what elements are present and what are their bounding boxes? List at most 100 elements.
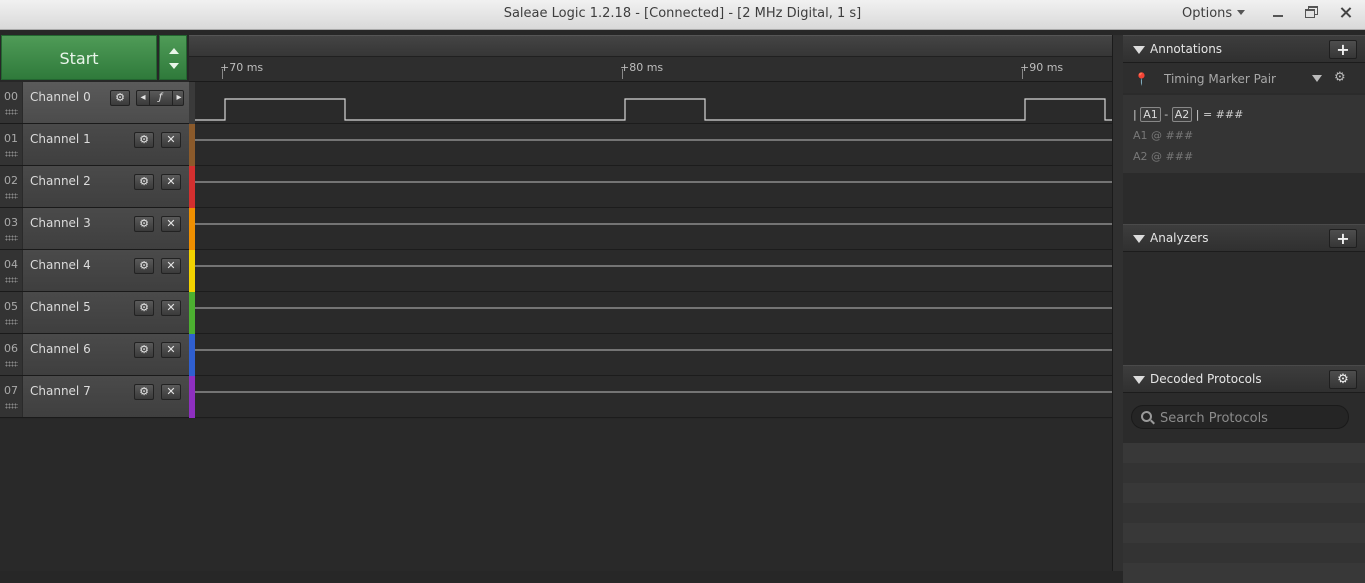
channel-number: 06 xyxy=(0,334,23,375)
close-icon[interactable]: ✕ xyxy=(161,216,181,232)
gear-icon[interactable]: ⚙ xyxy=(110,90,130,106)
gear-icon[interactable]: ⚙ xyxy=(134,258,154,274)
marker-a1-row: A1 @ ### xyxy=(1133,129,1193,142)
channel-number: 07 xyxy=(0,376,23,417)
capture-controls: Start xyxy=(1,35,187,80)
minimize-button[interactable] xyxy=(1268,3,1288,23)
list-item xyxy=(1123,523,1365,543)
drag-handle-icon[interactable] xyxy=(5,193,18,199)
drag-handle-icon[interactable] xyxy=(5,319,18,325)
close-icon[interactable]: ✕ xyxy=(161,300,181,316)
restore-button[interactable] xyxy=(1302,3,1322,23)
options-label: Options xyxy=(1182,6,1233,21)
channel-row[interactable]: 00 Channel 0 ⚙ ◂ ƒ ▸ xyxy=(0,82,189,124)
list-item xyxy=(1123,563,1365,583)
arrow-down-icon xyxy=(169,63,179,69)
gear-icon[interactable]: ⚙ xyxy=(134,384,154,400)
add-annotation-button[interactable]: + xyxy=(1329,40,1357,59)
channel-row[interactable]: 03 Channel 3 ⚙ ✕ xyxy=(0,208,189,250)
time-ruler[interactable]: +70 ms +80 ms +90 ms xyxy=(189,57,1118,82)
trigger-next-icon[interactable]: ▸ xyxy=(172,91,185,105)
trigger-selector[interactable]: ◂ ƒ ▸ xyxy=(136,90,184,106)
marker-a1-chip[interactable]: A1 xyxy=(1140,107,1161,122)
channel-row[interactable]: 05 Channel 5 ⚙ ✕ xyxy=(0,292,189,334)
trigger-edge-icon[interactable]: ƒ xyxy=(150,91,171,105)
empty-channel-area xyxy=(0,419,1112,571)
right-panel: Annotations + 📍 Timing Marker Pair ⚙ | A… xyxy=(1123,35,1365,583)
close-icon[interactable]: ✕ xyxy=(161,384,181,400)
decoded-protocols-list[interactable] xyxy=(1123,443,1365,583)
gear-icon[interactable]: ⚙ xyxy=(1329,370,1357,389)
analyzers-header[interactable]: Analyzers + xyxy=(1123,224,1365,252)
list-item xyxy=(1123,443,1365,463)
decoded-protocols-title: Decoded Protocols xyxy=(1150,372,1262,386)
ruler-label: +80 ms xyxy=(620,61,664,74)
collapse-triangle-icon[interactable] xyxy=(1133,235,1145,243)
annotation-details: | A1 - A2 | = ### A1 @ ### A2 @ ### xyxy=(1123,95,1365,173)
channel-name: Channel 2 xyxy=(30,174,91,188)
drag-handle-icon[interactable] xyxy=(5,151,18,157)
diff-prefix: | xyxy=(1133,108,1137,121)
channel-list: 00 Channel 0 ⚙ ◂ ƒ ▸ 01 Channel 1 ⚙ ✕ 02… xyxy=(0,82,189,418)
collapse-triangle-icon[interactable] xyxy=(1133,46,1145,54)
search-protocols-field[interactable] xyxy=(1131,405,1349,429)
channel-name: Channel 1 xyxy=(30,132,91,146)
marker-a1-label: A1 xyxy=(1133,129,1148,142)
channel-row[interactable]: 04 Channel 4 ⚙ ✕ xyxy=(0,250,189,292)
channel-row[interactable]: 06 Channel 6 ⚙ ✕ xyxy=(0,334,189,376)
channel-name: Channel 4 xyxy=(30,258,91,272)
channel-number: 04 xyxy=(0,250,23,291)
collapse-triangle-icon[interactable] xyxy=(1133,376,1145,384)
annotations-header[interactable]: Annotations + xyxy=(1123,35,1365,63)
pin-icon: 📍 xyxy=(1134,72,1149,86)
decoded-protocols-header[interactable]: Decoded Protocols ⚙ xyxy=(1123,365,1365,393)
add-analyzer-button[interactable]: + xyxy=(1329,229,1357,248)
search-input[interactable] xyxy=(1158,408,1347,428)
diff-minus: - xyxy=(1164,108,1169,121)
drag-handle-icon[interactable] xyxy=(5,361,18,367)
channel-number: 02 xyxy=(0,166,23,207)
close-icon[interactable]: ✕ xyxy=(161,174,181,190)
trigger-prev-icon[interactable]: ◂ xyxy=(137,91,150,105)
gear-icon[interactable]: ⚙ xyxy=(134,342,154,358)
channel-row[interactable]: 01 Channel 1 ⚙ ✕ xyxy=(0,124,189,166)
chevron-down-icon xyxy=(1237,10,1246,15)
marker-a2-row: A2 @ ### xyxy=(1133,150,1193,163)
marker-a2-chip[interactable]: A2 xyxy=(1171,107,1193,122)
options-menu[interactable]: Options xyxy=(1182,6,1246,21)
capture-options-button[interactable] xyxy=(159,35,187,80)
close-icon[interactable]: ✕ xyxy=(161,258,181,274)
channel-number: 01 xyxy=(0,124,23,165)
arrow-up-icon xyxy=(169,48,179,54)
channel-number: 03 xyxy=(0,208,23,249)
channel-name: Channel 7 xyxy=(30,384,91,398)
gear-icon[interactable]: ⚙ xyxy=(134,300,154,316)
timing-marker-label: Timing Marker Pair xyxy=(1164,72,1276,86)
close-icon[interactable]: ✕ xyxy=(161,342,181,358)
start-button[interactable]: Start xyxy=(1,35,157,80)
drag-handle-icon[interactable] xyxy=(5,403,18,409)
list-item xyxy=(1123,483,1365,503)
channel-name: Channel 0 xyxy=(30,90,91,104)
marker-a2-value: @ ### xyxy=(1151,150,1194,163)
list-item xyxy=(1123,503,1365,523)
drag-handle-icon[interactable] xyxy=(5,109,18,115)
timing-marker-row[interactable]: 📍 Timing Marker Pair ⚙ xyxy=(1123,65,1365,93)
gear-icon[interactable]: ⚙ xyxy=(134,174,154,190)
drag-handle-icon[interactable] xyxy=(5,235,18,241)
channel-name: Channel 3 xyxy=(30,216,91,230)
close-button[interactable] xyxy=(1336,3,1356,23)
drag-handle-icon[interactable] xyxy=(5,277,18,283)
gear-icon[interactable]: ⚙ xyxy=(134,132,154,148)
marker-a2-label: A2 xyxy=(1133,150,1148,163)
close-icon[interactable]: ✕ xyxy=(161,132,181,148)
gear-icon[interactable]: ⚙ xyxy=(1334,70,1346,85)
channel-number: 05 xyxy=(0,292,23,333)
timeline-header[interactable] xyxy=(189,35,1118,57)
channel-row[interactable]: 02 Channel 2 ⚙ ✕ xyxy=(0,166,189,208)
ruler-label: +70 ms xyxy=(220,61,264,74)
channel-row[interactable]: 07 Channel 7 ⚙ ✕ xyxy=(0,376,189,418)
waveform-traces xyxy=(195,98,1112,393)
gear-icon[interactable]: ⚙ xyxy=(134,216,154,232)
chevron-down-icon[interactable] xyxy=(1312,75,1322,82)
